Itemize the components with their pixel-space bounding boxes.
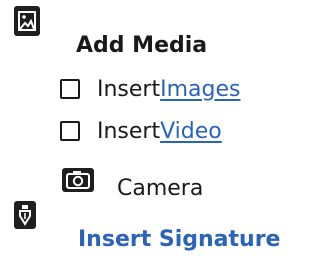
insert-signature-button[interactable]: Insert Signature: [78, 227, 280, 253]
insert-images-prefix: Insert: [97, 76, 161, 102]
insert-images-checkbox[interactable]: [60, 79, 80, 99]
image-icon: [14, 6, 40, 36]
insert-video-option[interactable]: Insert Video: [60, 116, 222, 146]
insert-images-link[interactable]: Images: [160, 77, 240, 102]
camera-icon[interactable]: [62, 168, 94, 192]
camera-label[interactable]: Camera: [117, 176, 203, 201]
insert-video-checkbox[interactable]: [60, 121, 80, 141]
insert-video-prefix: Insert: [97, 118, 161, 144]
pen-nib-icon: [14, 201, 36, 229]
insert-video-link[interactable]: Video: [160, 119, 222, 144]
insert-images-option[interactable]: Insert Images: [60, 74, 240, 104]
add-media-heading: Add Media: [76, 33, 208, 58]
